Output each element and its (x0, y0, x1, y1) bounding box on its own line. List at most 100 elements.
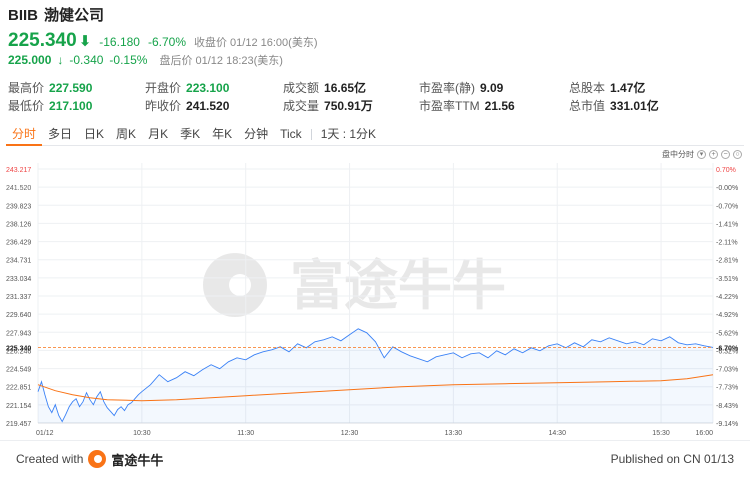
ticker-symbol: BIIB (8, 7, 38, 24)
stat-row2-4: 总市值 331.01亿 (569, 97, 659, 115)
stat-label: 开盘价 (145, 81, 182, 95)
stat-label: 昨收价 (145, 99, 182, 113)
stat-value: 16.65亿 (324, 81, 367, 95)
pct-tick-label: -1.41% (716, 221, 738, 228)
stat-value: 750.91万 (324, 99, 373, 113)
after-hours-change-pct: -0.15% (109, 53, 148, 67)
tab-1[interactable]: 多日 (42, 124, 78, 146)
published-date: Published on CN 01/13 (610, 452, 734, 466)
y-tick-label: 233.034 (6, 276, 31, 283)
brand-name: 富途牛牛 (111, 452, 164, 468)
quote-header: BIIB 渤健公司 225.340 ⬇ -16.180 -6.70% 收盘价 01… (8, 6, 742, 68)
chart-canvas[interactable]: 富途牛牛 243.217 0.70% 241.520 -0.00% 239.823 -0.7… (0, 147, 750, 437)
y-tick-label: 227.943 (6, 330, 31, 337)
pct-tick-label: -4.92% (716, 312, 738, 319)
price-change-pct: -6.70% (147, 35, 186, 49)
zoom-in-icon[interactable]: + (709, 150, 718, 159)
chart-options: 盘中分时 ▾ + − ○ (662, 149, 742, 160)
x-tick-label: 11:30 (237, 430, 254, 437)
futu-logo-icon (88, 450, 107, 468)
stat-row2-1: 昨收价 241.520 (145, 97, 229, 115)
stat-label: 成交量 (283, 99, 320, 113)
created-with-text: Created with (16, 452, 84, 466)
tab-6[interactable]: 年K (206, 124, 238, 146)
y-tick-label: 241.520 (6, 185, 31, 192)
y-tick-label: 239.823 (6, 203, 31, 210)
stat-value: 1.47亿 (610, 81, 646, 95)
stat-row1-1: 开盘价 223.100 (145, 79, 229, 97)
stat-value: 331.01亿 (610, 99, 659, 113)
y-tick-label: 224.549 (6, 367, 31, 374)
stats-row-2: 最低价 217.100 昨收价 241.520 成交量 750.91万 市盈率TTM 21.5… (8, 97, 742, 115)
last-price: 225.340 (8, 30, 77, 51)
x-tick-label: 12:30 (341, 430, 359, 437)
pct-tick-label: -0.00% (716, 185, 738, 192)
tab-0[interactable]: 分时 (6, 124, 43, 146)
y-tick-label: 221.154 (6, 403, 31, 410)
stat-label: 市盈率(静) (419, 81, 475, 95)
pct-tick-label: -8.43% (716, 403, 738, 410)
tab-2[interactable]: 日K (78, 124, 110, 146)
y-tick-label: 231.337 (6, 294, 31, 301)
watermark: 富途牛牛 (203, 253, 506, 317)
y-tick-label: 229.640 (6, 312, 31, 319)
price-area (38, 328, 713, 423)
tab-8[interactable]: Tick (274, 124, 308, 146)
chevron-down-icon[interactable]: ▾ (697, 150, 706, 159)
y-tick-label: 219.457 (6, 421, 31, 428)
chart-period-tabs: 分时 多日 日K 周K 月K 季K 年K 分钟 Tick 1天 : 1分K (6, 124, 744, 146)
pct-tick-label: -9.14% (716, 421, 738, 428)
x-tick-label: 14:30 (548, 430, 566, 437)
pct-tick-label: -0.70% (716, 203, 738, 210)
zoom-out-icon[interactable]: − (721, 150, 730, 159)
created-with: Created with 富途牛牛 (16, 450, 163, 469)
stock-title: BIIB 渤健公司 (8, 6, 742, 26)
stat-row2-3: 市盈率TTM 21.56 (419, 97, 515, 115)
pct-tick-label: 0.70% (716, 167, 736, 174)
tab-5[interactable]: 季K (174, 124, 206, 146)
stat-label: 最高价 (8, 81, 45, 95)
x-tick-label: 13:30 (445, 430, 463, 437)
stat-label: 市盈率TTM (419, 99, 480, 113)
down-arrow-icon: ⬇ (78, 33, 92, 50)
pct-tick-label: -5.62% (716, 330, 738, 337)
intraday-mode-label[interactable]: 盘中分时 (662, 149, 694, 160)
watermark-logo-inner (229, 274, 251, 296)
stat-row2-2: 成交量 750.91万 (283, 97, 373, 115)
current-price-label: 225.340 (6, 345, 31, 352)
stat-row1-4: 总股本 1.47亿 (569, 79, 645, 97)
stat-row1-3: 市盈率(静) 9.09 (419, 79, 503, 97)
after-hours-row: 225.000 ↓ -0.340 -0.15% 盘后价 01/12 18:23(… (8, 52, 742, 68)
company-name: 渤健公司 (44, 7, 105, 24)
price-row: 225.340 ⬇ -16.180 -6.70% 收盘价 01/12 16:00… (8, 30, 742, 52)
watermark-text: 富途牛牛 (290, 256, 506, 316)
pct-tick-label: -2.81% (716, 258, 738, 265)
tab-3[interactable]: 周K (110, 124, 142, 146)
pct-tick-label: -7.03% (716, 367, 738, 374)
tab-9[interactable]: 1天 : 1分K (315, 124, 382, 146)
stat-value: 241.520 (186, 99, 230, 113)
tab-separator (310, 129, 312, 140)
stat-label: 最低价 (8, 99, 45, 113)
settings-icon[interactable]: ○ (733, 150, 742, 159)
tab-7[interactable]: 分钟 (238, 124, 274, 146)
y-tick-label: 243.217 (6, 167, 31, 174)
y-tick-label: 234.731 (6, 258, 31, 265)
stat-label: 总股本 (569, 81, 606, 95)
intraday-chart[interactable]: 盘中分时 ▾ + − ○ 富途牛牛 243.217 0.70% 241.520 -0.0… (0, 147, 750, 437)
close-status: 收盘价 01/12 16:00(美东) (194, 37, 318, 49)
stats-row-1: 最高价 227.590 开盘价 223.100 成交额 16.65亿 市盈率(静) 9.09 总… (8, 79, 742, 97)
stat-row1-2: 成交额 16.65亿 (283, 79, 366, 97)
current-pct-label: -6.70% (716, 345, 739, 352)
stat-label: 成交额 (283, 81, 320, 95)
x-tick-label: 15:30 (652, 430, 670, 437)
stat-row2-0: 最低价 217.100 (8, 97, 92, 115)
stat-value: 21.56 (484, 99, 515, 113)
y-tick-label: 236.429 (6, 240, 31, 247)
stat-row1-0: 最高价 227.590 (8, 79, 92, 97)
stat-value: 227.590 (49, 81, 93, 95)
price-change: -16.180 (99, 35, 140, 49)
stat-value: 217.100 (49, 99, 93, 113)
x-tick-label: 10:30 (133, 430, 151, 437)
tab-4[interactable]: 月K (142, 124, 174, 146)
